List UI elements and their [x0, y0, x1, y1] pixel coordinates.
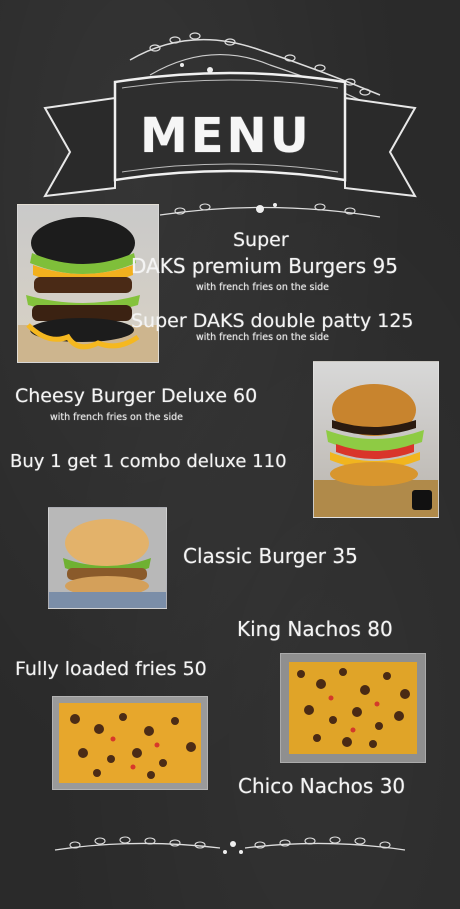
- daks-premium-label: DAKS premium Burgers 95: [131, 254, 398, 278]
- daks-burger-photo: [17, 204, 159, 363]
- daks-premium-note: with french fries on the side: [196, 282, 329, 293]
- bottom-vine-decoration: [54, 836, 406, 854]
- super-label: Super: [233, 229, 289, 251]
- buy1get1-label: Buy 1 get 1 combo deluxe 110: [10, 451, 287, 472]
- chico-nachos-label: Chico Nachos 30: [238, 774, 406, 798]
- loaded-fries-photo: [52, 696, 208, 790]
- daks-double-label: Super DAKS double patty 125: [131, 310, 414, 332]
- daks-double-note: with french fries on the side: [196, 332, 329, 343]
- cheesy-deluxe-label: Cheesy Burger Deluxe 60: [15, 385, 258, 407]
- king-nachos-photo: [280, 653, 426, 763]
- classic-burger-label: Classic Burger 35: [183, 544, 358, 568]
- loaded-fries-label: Fully loaded fries 50: [15, 658, 207, 680]
- cheesy-deluxe-note: with french fries on the side: [50, 412, 183, 423]
- cheesy-burger-photo: [313, 361, 439, 518]
- king-nachos-label: King Nachos 80: [237, 617, 393, 641]
- classic-burger-photo: [48, 507, 167, 609]
- page-title: MENU: [140, 108, 312, 164]
